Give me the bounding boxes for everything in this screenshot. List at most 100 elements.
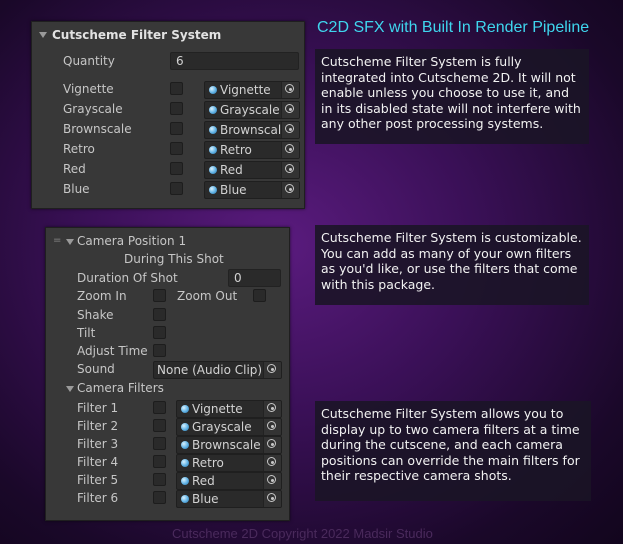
section-subheader: During This Shot bbox=[124, 252, 224, 266]
camera-filter-label: Filter 2 bbox=[77, 419, 119, 433]
material-icon bbox=[181, 423, 189, 431]
filter-object-value: Red bbox=[220, 163, 243, 177]
camera-filter-label: Filter 6 bbox=[77, 491, 119, 505]
material-icon bbox=[181, 477, 189, 485]
filter-system-panel: Cutscheme Filter System Quantity 6 Vigne… bbox=[31, 21, 305, 209]
filter-row-label: Brownscale bbox=[63, 122, 132, 136]
filter-enable-checkbox[interactable] bbox=[170, 182, 183, 195]
filter-object-field[interactable]: Blue bbox=[204, 181, 300, 199]
object-picker-icon[interactable] bbox=[281, 102, 299, 118]
camera-filter-checkbox[interactable] bbox=[153, 437, 166, 450]
drag-handle-icon[interactable]: = bbox=[53, 235, 61, 246]
page-title: C2D SFX with Built In Render Pipeline bbox=[317, 19, 590, 36]
zoom-out-label: Zoom Out bbox=[177, 289, 238, 303]
info-box-customizable: Cutscheme Filter System is customizable.… bbox=[315, 225, 589, 305]
sound-field[interactable]: None (Audio Clip) bbox=[153, 361, 282, 379]
camera-position-panel: = Camera Position 1 During This Shot Dur… bbox=[45, 227, 290, 521]
camera-filter-checkbox[interactable] bbox=[153, 455, 166, 468]
filter-object-value: Blue bbox=[220, 183, 247, 197]
filter-object-field[interactable]: Red bbox=[204, 161, 300, 179]
object-picker-icon[interactable] bbox=[281, 162, 299, 178]
filter-enable-checkbox[interactable] bbox=[170, 102, 183, 115]
tilt-label: Tilt bbox=[77, 326, 96, 340]
shake-label: Shake bbox=[77, 308, 114, 322]
camera-filter-object-field[interactable]: Red bbox=[176, 472, 282, 490]
shake-checkbox[interactable] bbox=[153, 308, 166, 321]
camera-filter-checkbox[interactable] bbox=[153, 401, 166, 414]
object-picker-icon[interactable] bbox=[263, 473, 281, 489]
sound-label: Sound bbox=[77, 362, 115, 376]
filter-row-label: Vignette bbox=[63, 82, 114, 96]
camera-filter-checkbox[interactable] bbox=[153, 419, 166, 432]
material-icon bbox=[209, 126, 217, 134]
camera-filter-object-field[interactable]: Retro bbox=[176, 454, 282, 472]
filter-row-label: Grayscale bbox=[63, 102, 123, 116]
material-icon bbox=[209, 186, 217, 194]
camera-filter-checkbox[interactable] bbox=[153, 491, 166, 504]
filter-object-field[interactable]: Retro bbox=[204, 141, 300, 159]
filter-row-label: Red bbox=[63, 162, 86, 176]
camera-filter-checkbox[interactable] bbox=[153, 473, 166, 486]
filter-object-value: Brownscale bbox=[220, 123, 281, 137]
camera-filter-object-field[interactable]: Vignette bbox=[176, 400, 282, 418]
foldout-arrow-icon[interactable] bbox=[66, 239, 74, 245]
copyright-text: Cutscheme 2D Copyright 2022 Madsir Studi… bbox=[172, 526, 433, 541]
foldout-arrow-icon[interactable] bbox=[66, 386, 74, 392]
object-picker-icon[interactable] bbox=[263, 437, 281, 453]
filter-row-label: Blue bbox=[63, 182, 90, 196]
object-picker-icon[interactable] bbox=[263, 362, 281, 378]
filter-enable-checkbox[interactable] bbox=[170, 122, 183, 135]
material-icon bbox=[181, 441, 189, 449]
camera-filter-object-field[interactable]: Brownscale bbox=[176, 436, 282, 454]
tilt-checkbox[interactable] bbox=[153, 326, 166, 339]
sound-value: None (Audio Clip) bbox=[157, 363, 263, 377]
filter-enable-checkbox[interactable] bbox=[170, 162, 183, 175]
object-picker-icon[interactable] bbox=[263, 491, 281, 507]
zoom-in-label: Zoom In bbox=[77, 289, 127, 303]
camera-filter-value: Blue bbox=[192, 492, 219, 506]
object-picker-icon[interactable] bbox=[263, 419, 281, 435]
object-picker-icon[interactable] bbox=[281, 182, 299, 198]
filter-object-value: Retro bbox=[220, 143, 252, 157]
filter-object-value: Grayscale bbox=[220, 103, 280, 117]
camera-filter-value: Brownscale bbox=[192, 438, 261, 452]
material-icon bbox=[209, 146, 217, 154]
zoom-out-checkbox[interactable] bbox=[253, 289, 266, 302]
camera-filters-header: Camera Filters bbox=[77, 381, 164, 395]
camera-position-header: Camera Position 1 bbox=[77, 234, 187, 248]
material-icon bbox=[181, 405, 189, 413]
filter-row-label: Retro bbox=[63, 142, 95, 156]
duration-label: Duration Of Shot bbox=[77, 271, 178, 285]
camera-filter-value: Retro bbox=[192, 456, 224, 470]
filter-object-value: Vignette bbox=[220, 83, 271, 97]
zoom-in-checkbox[interactable] bbox=[153, 289, 166, 302]
foldout-arrow-icon[interactable] bbox=[39, 32, 47, 38]
info-box-integration: Cutscheme Filter System is fully integra… bbox=[315, 49, 589, 144]
material-icon bbox=[209, 86, 217, 94]
object-picker-icon[interactable] bbox=[263, 455, 281, 471]
filter-enable-checkbox[interactable] bbox=[170, 142, 183, 155]
camera-filter-label: Filter 3 bbox=[77, 437, 119, 451]
quantity-label: Quantity bbox=[63, 54, 115, 68]
object-picker-icon[interactable] bbox=[281, 82, 299, 98]
filter-object-field[interactable]: Vignette bbox=[204, 81, 300, 99]
camera-filter-object-field[interactable]: Blue bbox=[176, 490, 282, 508]
camera-filter-value: Red bbox=[192, 474, 215, 488]
object-picker-icon[interactable] bbox=[281, 122, 299, 138]
object-picker-icon[interactable] bbox=[281, 142, 299, 158]
filter-object-field[interactable]: Brownscale bbox=[204, 121, 300, 139]
filter-object-field[interactable]: Grayscale bbox=[204, 101, 300, 119]
material-icon bbox=[209, 166, 217, 174]
material-icon bbox=[181, 495, 189, 503]
info-box-camera-filters: Cutscheme Filter System allows you to di… bbox=[315, 401, 591, 501]
quantity-input[interactable]: 6 bbox=[170, 52, 299, 70]
adjust-time-checkbox[interactable] bbox=[153, 344, 166, 357]
camera-filter-object-field[interactable]: Grayscale bbox=[176, 418, 282, 436]
camera-filter-label: Filter 4 bbox=[77, 455, 119, 469]
adjust-time-label: Adjust Time bbox=[77, 344, 148, 358]
filter-enable-checkbox[interactable] bbox=[170, 82, 183, 95]
object-picker-icon[interactable] bbox=[263, 401, 281, 417]
material-icon bbox=[209, 106, 217, 114]
camera-filter-label: Filter 5 bbox=[77, 473, 119, 487]
duration-input[interactable]: 0 bbox=[228, 269, 281, 287]
